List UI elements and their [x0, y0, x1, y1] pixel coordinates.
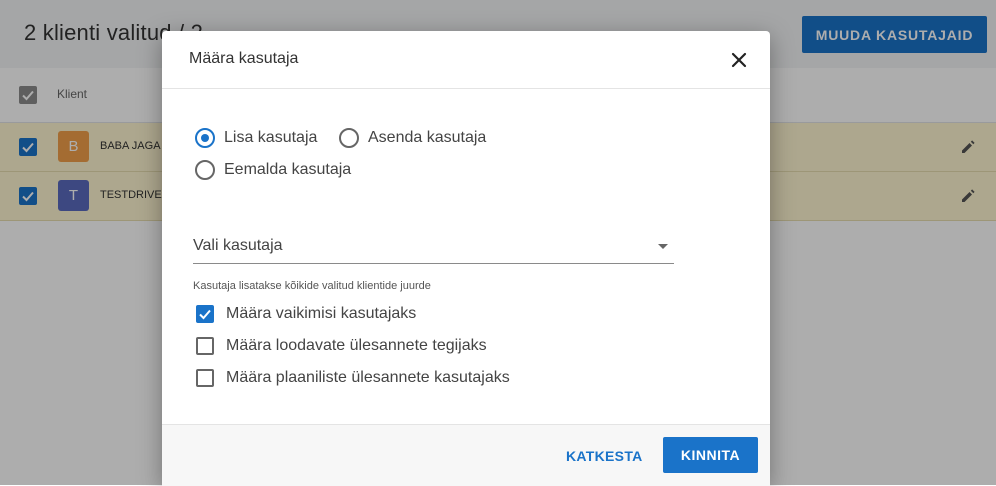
radio-button[interactable] [195, 160, 215, 180]
dialog-header: Määra kasutaja [162, 31, 770, 89]
checkbox-label: Määra loodavate ülesannete tegijaks [226, 337, 487, 354]
radio-label: Asenda kasutaja [368, 129, 487, 146]
radio-replace-user[interactable]: Asenda kasutaja [339, 128, 486, 148]
dialog-title: Määra kasutaja [189, 50, 299, 67]
checkbox[interactable] [196, 305, 214, 323]
radio-add-user[interactable]: Lisa kasutaja [195, 128, 317, 148]
radio-label: Lisa kasutaja [224, 129, 318, 146]
checkbox-default-user[interactable]: Määra vaikimisi kasutajaks [196, 305, 416, 323]
radio-label: Eemalda kasutaja [224, 161, 352, 178]
checkbox-label: Määra plaaniliste ülesannete kasutajaks [226, 369, 510, 386]
user-select[interactable]: Vali kasutaja [193, 227, 674, 264]
close-icon[interactable] [728, 49, 750, 71]
checkbox[interactable] [196, 369, 214, 387]
radio-remove-user[interactable]: Eemalda kasutaja [195, 160, 351, 180]
checkbox-task-doer[interactable]: Määra loodavate ülesannete tegijaks [196, 337, 487, 355]
assign-user-dialog: Määra kasutaja Lisa kasutaja Asenda kasu… [162, 31, 770, 486]
radio-button[interactable] [195, 128, 215, 148]
confirm-button[interactable]: KINNITA [663, 437, 758, 473]
checkbox[interactable] [196, 337, 214, 355]
checkbox-planned-task-user[interactable]: Määra plaaniliste ülesannete kasutajaks [196, 369, 510, 387]
cancel-button[interactable]: KATKESTA [558, 438, 651, 474]
checkbox-label: Määra vaikimisi kasutajaks [226, 305, 417, 322]
select-helper-text: Kasutaja lisatakse kõikide valitud klien… [193, 280, 431, 292]
chevron-down-icon [658, 244, 668, 249]
user-select-value: Vali kasutaja [193, 237, 283, 254]
dialog-footer: KATKESTA KINNITA [162, 424, 770, 486]
radio-button[interactable] [339, 128, 359, 148]
